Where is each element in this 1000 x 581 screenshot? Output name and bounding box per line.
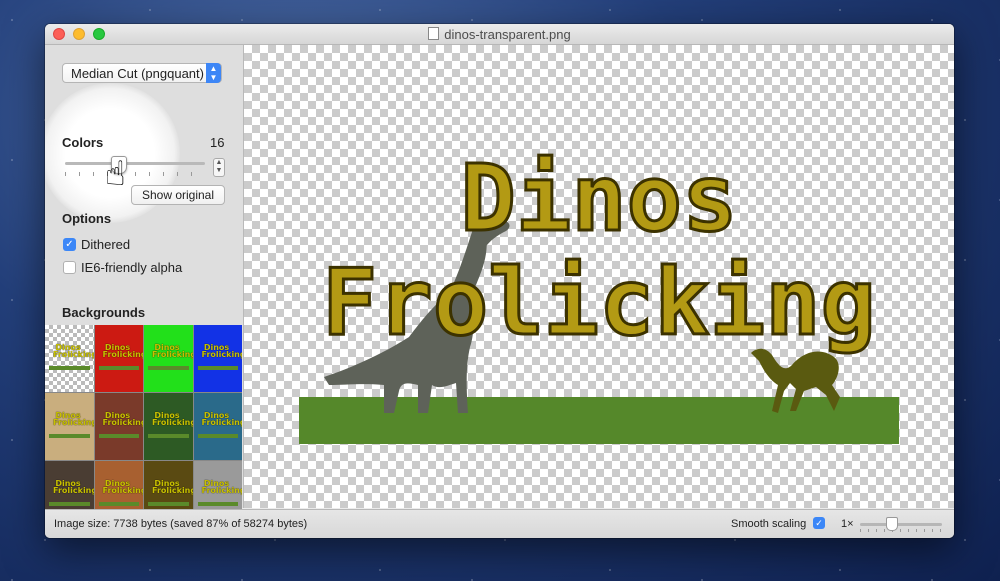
tile-thumbnail-text: Dinos Frolicking: [53, 411, 94, 427]
art-title-line2: Frolicking: [321, 249, 878, 356]
background-tile[interactable]: Dinos Frolicking: [193, 393, 243, 460]
tile-grass: [98, 366, 139, 370]
zoom-slider-track[interactable]: [860, 523, 942, 526]
background-tile[interactable]: Dinos Frolicking: [193, 325, 243, 392]
ie6-alpha-label: IE6-friendly alpha: [81, 260, 183, 275]
algorithm-select[interactable]: Median Cut (pngquant) ▲ ▼: [62, 63, 222, 83]
dithered-label: Dithered: [81, 237, 131, 252]
tile-thumbnail-text: Dinos Frolicking: [102, 479, 144, 495]
smooth-scaling-checkbox[interactable]: ✓: [813, 517, 825, 529]
select-arrows-icon: ▲ ▼: [206, 63, 221, 83]
tile-thumbnail-text: Dinos Frolicking: [102, 343, 144, 359]
zoom-slider-ticks: [860, 529, 942, 532]
status-bar: Image size: 7738 bytes (saved 87% of 582…: [45, 509, 954, 538]
app-window: dinos-transparent.png Median Cut (pngqua…: [45, 24, 954, 538]
background-tile[interactable]: Dinos Frolicking: [144, 325, 193, 392]
background-tile[interactable]: Dinos Frolicking: [94, 325, 144, 392]
tile-thumbnail-text: Dinos Frolicking: [53, 479, 94, 495]
backgrounds-heading: Backgrounds: [62, 305, 146, 320]
tile-grass: [197, 502, 238, 506]
tile-grass: [197, 366, 238, 370]
tile-grass: [148, 366, 189, 370]
colors-heading: Colors: [62, 135, 104, 150]
hand-pointer-cursor-icon: ☝: [105, 155, 126, 193]
tile-grass: [98, 434, 139, 438]
background-tile[interactable]: Dinos Frolicking: [144, 393, 193, 460]
window-title: dinos-transparent.png: [45, 27, 954, 42]
colors-slider-ticks: [65, 172, 205, 176]
image-size-status: Image size: 7738 bytes (saved 87% of 582…: [54, 518, 308, 530]
tile-grass: [98, 502, 139, 506]
tile-grass: [197, 434, 238, 438]
window-title-text: dinos-transparent.png: [444, 27, 571, 42]
art-title-line1: Dinos: [459, 145, 739, 252]
tile-grass: [148, 434, 189, 438]
ie6-alpha-checkbox[interactable]: [63, 261, 76, 274]
tile-thumbnail-text: Dinos Frolicking: [102, 411, 144, 427]
colors-slider-track[interactable]: [65, 162, 205, 165]
dithered-checkbox[interactable]: ✓: [63, 238, 76, 251]
smooth-scaling-label: Smooth scaling: [731, 518, 807, 530]
tile-thumbnail-text: Dinos Frolicking: [201, 343, 243, 359]
algorithm-select-value: Median Cut (pngquant): [71, 66, 204, 81]
zoom-label: 1×: [841, 518, 854, 530]
tile-grass: [49, 502, 90, 506]
background-tile[interactable]: Dinos Frolicking: [94, 393, 144, 460]
image-canvas[interactable]: Dinos Frolicking: [244, 45, 954, 508]
tile-thumbnail-text: Dinos Frolicking: [152, 411, 193, 427]
colors-value: 16: [210, 135, 225, 150]
tile-thumbnail-text: Dinos Frolicking: [152, 343, 193, 359]
zoom-slider-thumb[interactable]: [886, 517, 898, 531]
tile-grass: [148, 502, 189, 506]
background-tile[interactable]: Dinos Frolicking: [45, 393, 94, 460]
tile-thumbnail-text: Dinos Frolicking: [201, 479, 243, 495]
tile-thumbnail-text: Dinos Frolicking: [201, 411, 243, 427]
background-tile[interactable]: Dinos Frolicking: [45, 325, 94, 392]
document-icon: [428, 27, 440, 40]
tile-grass: [49, 434, 90, 438]
tile-grass: [49, 366, 90, 370]
tile-thumbnail-text: Dinos Frolicking: [152, 479, 193, 495]
show-original-button[interactable]: Show original: [131, 185, 225, 205]
sidebar: Median Cut (pngquant) ▲ ▼ Colors 16 ▲ ▼ Sh…: [45, 45, 244, 528]
tile-thumbnail-text: Dinos Frolicking: [53, 343, 94, 359]
backgrounds-grid: Dinos Frolicking Dinos Frolicking Dinos Fr…: [45, 325, 242, 528]
options-heading: Options: [62, 211, 112, 226]
colors-stepper[interactable]: ▲ ▼: [213, 158, 225, 177]
title-bar[interactable]: dinos-transparent.png: [45, 24, 954, 45]
